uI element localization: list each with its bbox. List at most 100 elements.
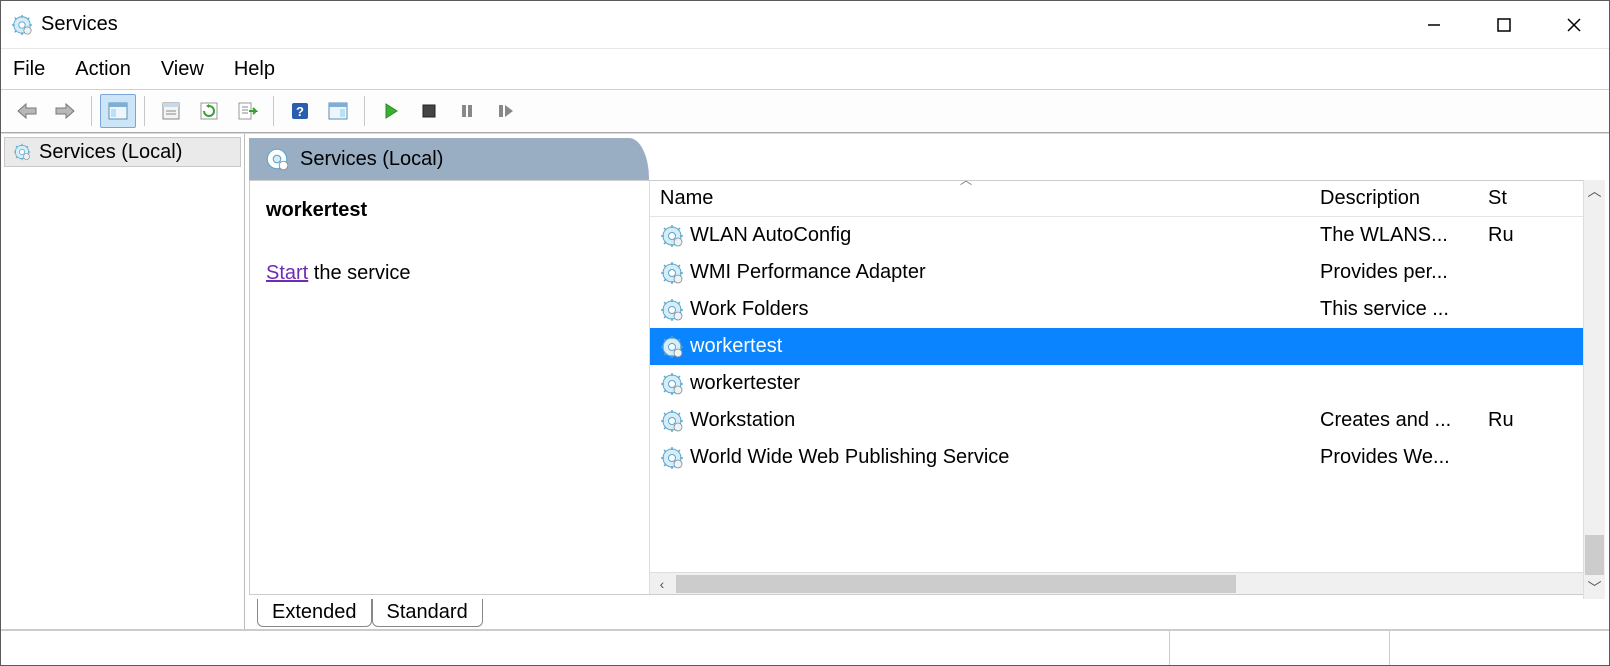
service-description: Provides per... [1320, 261, 1488, 284]
service-row[interactable]: World Wide Web Publishing ServiceProvide… [650, 439, 1604, 476]
toolbar: ? [1, 89, 1609, 133]
restart-service-button[interactable] [487, 94, 523, 128]
body: Services (Local) Services (Local) worker… [1, 133, 1609, 629]
services-window: Services File Action View Help [0, 0, 1610, 666]
toolbar-separator [144, 96, 145, 126]
service-row[interactable]: Work Folders This service ... [650, 291, 1604, 328]
export-list-button[interactable] [229, 94, 265, 128]
start-service-suffix: the service [308, 262, 410, 284]
scroll-thumb[interactable] [1585, 535, 1604, 575]
panel-tree-icon [107, 100, 129, 122]
service-row[interactable]: Workstation Creates and ...Ru [650, 402, 1604, 439]
view-tabs: Extended Standard [245, 595, 1609, 627]
tree-root-label: Services (Local) [39, 141, 182, 164]
window-title: Services [41, 13, 118, 36]
tab-extended[interactable]: Extended [257, 599, 372, 627]
maximize-icon [1496, 17, 1512, 33]
horizontal-scrollbar[interactable]: ‹ › [650, 572, 1604, 594]
properties-icon [160, 100, 182, 122]
service-description: Creates and ... [1320, 409, 1488, 432]
pause-icon [458, 102, 476, 120]
service-row[interactable]: WMI Performance Adapter Provides per... [650, 254, 1604, 291]
show-hide-action-pane-button[interactable] [320, 94, 356, 128]
refresh-icon [198, 100, 220, 122]
menu-view[interactable]: View [161, 58, 204, 81]
close-button[interactable] [1539, 1, 1609, 48]
panel-header-icon [264, 146, 290, 172]
service-name: workertest [690, 335, 782, 358]
services-list: Name ︿ Description St WLAN AutoConfig The… [650, 181, 1604, 594]
services-tree-icon [13, 143, 31, 161]
panel-action-icon [327, 100, 349, 122]
service-name: Workstation [690, 409, 795, 432]
scroll-thumb[interactable] [676, 575, 1236, 593]
service-status: Ru [1488, 224, 1528, 247]
column-status[interactable]: St [1488, 187, 1528, 210]
help-icon: ? [289, 100, 311, 122]
forward-button[interactable] [47, 94, 83, 128]
start-service-button[interactable] [373, 94, 409, 128]
minimize-icon [1425, 16, 1443, 34]
scroll-track[interactable] [1584, 202, 1605, 577]
toolbar-separator [364, 96, 365, 126]
minimize-button[interactable] [1399, 1, 1469, 48]
service-description: The WLANS... [1320, 224, 1488, 247]
tab-standard[interactable]: Standard [372, 599, 483, 627]
start-service-text: Start the service [266, 262, 633, 285]
pause-service-button[interactable] [449, 94, 485, 128]
service-icon [660, 446, 684, 470]
service-icon [660, 261, 684, 285]
service-status: Ru [1488, 409, 1528, 432]
panel-content: workertest Start the service Name ︿ Desc… [249, 180, 1605, 595]
menu-action[interactable]: Action [75, 58, 131, 81]
help-button[interactable]: ? [282, 94, 318, 128]
service-row[interactable]: workertest [650, 328, 1604, 365]
services-app-icon [11, 14, 33, 36]
menu-help[interactable]: Help [234, 58, 275, 81]
stop-service-button[interactable] [411, 94, 447, 128]
maximize-button[interactable] [1469, 1, 1539, 48]
refresh-button[interactable] [191, 94, 227, 128]
close-icon [1565, 16, 1583, 34]
show-hide-tree-button[interactable] [100, 94, 136, 128]
scroll-left-icon[interactable]: ‹ [650, 576, 674, 592]
scroll-down-icon[interactable]: ﹀ [1588, 577, 1602, 599]
back-button[interactable] [9, 94, 45, 128]
rows-container: WLAN AutoConfigThe WLANS...RuWMI Perform… [650, 217, 1604, 572]
stop-icon [420, 102, 438, 120]
status-cell [1169, 631, 1389, 665]
sort-indicator-icon: ︿ [960, 180, 972, 188]
service-icon [660, 335, 684, 359]
service-name: WMI Performance Adapter [690, 261, 926, 284]
detail-pane: workertest Start the service [250, 181, 650, 594]
tree-root-services-local[interactable]: Services (Local) [4, 137, 241, 167]
vertical-scrollbar[interactable]: ︿ ﹀ [1583, 180, 1605, 599]
service-name: workertester [690, 372, 800, 395]
service-name: Work Folders [690, 298, 809, 321]
status-cell [1389, 631, 1609, 665]
properties-button[interactable] [153, 94, 189, 128]
titlebar: Services [1, 1, 1609, 49]
column-description[interactable]: Description [1320, 187, 1488, 210]
arrow-left-icon [16, 101, 38, 121]
service-row[interactable]: WLAN AutoConfig The WLANS...Ru [650, 217, 1604, 254]
scroll-up-icon[interactable]: ︿ [1588, 180, 1602, 202]
restart-icon [496, 102, 514, 120]
menubar: File Action View Help [1, 49, 1609, 89]
service-description: Provides We... [1320, 446, 1488, 469]
panel-header-text: Services (Local) [300, 148, 443, 171]
toolbar-separator [273, 96, 274, 126]
service-description: This service ... [1320, 298, 1488, 321]
service-icon [660, 372, 684, 396]
selected-service-name: workertest [266, 199, 633, 222]
service-icon [660, 409, 684, 433]
service-row[interactable]: workertester [650, 365, 1604, 402]
statusbar [1, 629, 1609, 665]
console-tree: Services (Local) [1, 133, 245, 629]
toolbar-separator [91, 96, 92, 126]
menu-file[interactable]: File [13, 58, 45, 81]
start-service-link[interactable]: Start [266, 262, 308, 284]
svg-text:?: ? [296, 104, 304, 119]
column-name[interactable]: Name ︿ [660, 187, 1320, 210]
service-name: WLAN AutoConfig [690, 224, 851, 247]
